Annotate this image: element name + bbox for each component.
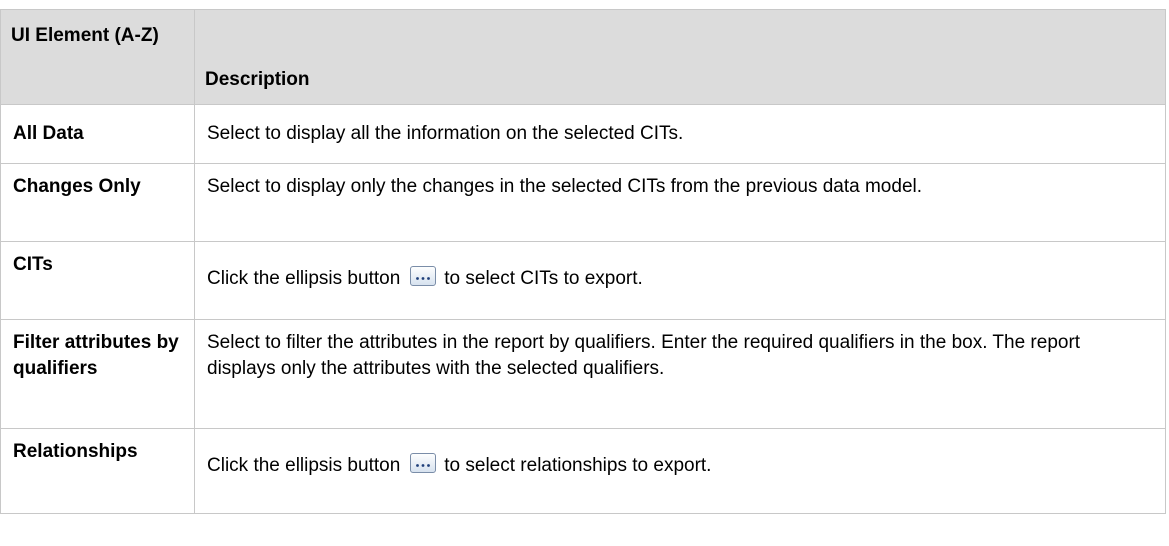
ellipsis-button-icon[interactable] [410,266,437,286]
row-element-name: Changes Only [0,163,195,242]
ui-element-table: UI Element (A-Z) Description All Data Se… [0,9,1166,514]
header-description: Description [194,9,1166,105]
table-row: Relationships Click the ellipsis button t… [0,428,1166,514]
row-element-name: CITs [0,241,195,320]
description-text-before: Click the ellipsis button [207,455,401,476]
table-row: Filter attributes by qualifiers Select t… [0,319,1166,429]
row-description: Select to filter the attributes in the r… [194,319,1166,429]
table-row: Changes Only Select to display only the … [0,163,1166,242]
row-description: Click the ellipsis button to select CITs … [194,241,1166,320]
header-ui-element-label: UI Element (A-Z) [11,25,159,46]
description-text-after: to select CITs to export. [444,268,643,289]
row-element-name: Filter attributes by qualifiers [0,319,195,429]
ellipsis-button-icon[interactable] [410,453,437,473]
table-row: All Data Select to display all the infor… [0,104,1166,164]
row-element-name: All Data [0,104,195,164]
row-description: Select to display all the information on… [194,104,1166,164]
table-row: CITs Click the ellipsis button to select … [0,241,1166,320]
header-description-label: Description [205,69,310,90]
description-text-before: Click the ellipsis button [207,268,401,289]
header-ui-element: UI Element (A-Z) [0,9,195,105]
row-description: Select to display only the changes in th… [194,163,1166,242]
description-text-after: to select relationships to export. [444,455,712,476]
table-header-row: UI Element (A-Z) Description [0,9,1166,105]
row-element-name: Relationships [0,428,195,514]
row-description: Click the ellipsis button to select relat… [194,428,1166,514]
